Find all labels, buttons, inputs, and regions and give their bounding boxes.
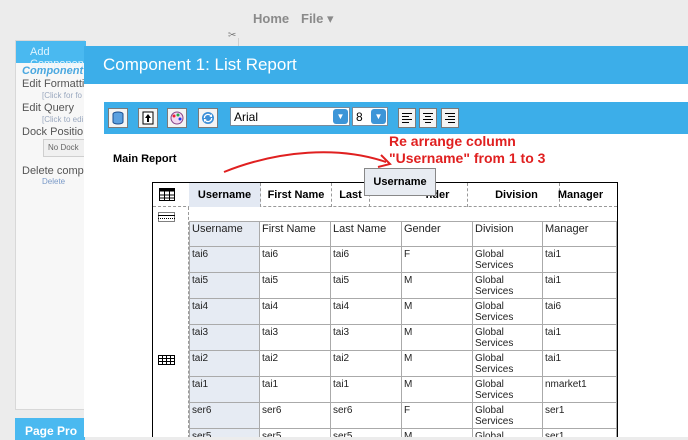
table-cell: tai2 (331, 351, 402, 377)
table-header-cell: Manager (543, 221, 617, 247)
delete-component-label: Delete comp (22, 165, 84, 177)
table-header-cell: Division (473, 221, 543, 247)
table-cell: tai2 (260, 351, 331, 377)
row-selector-column (153, 207, 189, 437)
table-cell: Global (473, 429, 543, 437)
table-header-cell: Last Name (331, 221, 402, 247)
table-cell: Global Services (473, 403, 543, 429)
table-cell: M (402, 351, 473, 377)
table-cell: tai6 (543, 299, 617, 325)
table-cell: M (402, 325, 473, 351)
table-cell: tai3 (331, 325, 402, 351)
table-cell: M (402, 273, 473, 299)
table-cell: F (402, 247, 473, 273)
table-cell: ser5 (189, 429, 260, 437)
table-cell: nmarket1 (543, 377, 617, 403)
column-header-6[interactable]: Manager (544, 183, 617, 207)
table-cell: M (402, 299, 473, 325)
table-cell: tai4 (189, 299, 260, 325)
delete-component-link[interactable]: Delete (42, 177, 65, 186)
component-properties-panel: Add Component Component Edit Formatti [C… (15, 40, 98, 410)
table-cell: tai1 (543, 351, 617, 377)
table-cell: M (402, 377, 473, 403)
pin-icon[interactable]: ✂ (228, 30, 236, 41)
table-header-cell: Gender (402, 221, 473, 247)
table-cell: tai1 (543, 247, 617, 273)
content-area-top (238, 38, 688, 46)
edit-formatting-link[interactable]: Edit Formatti (22, 78, 84, 90)
table-cell: tai6 (260, 247, 331, 273)
table-cell: Global Services (473, 273, 543, 299)
table-cell: F (402, 403, 473, 429)
table-cell: tai4 (260, 299, 331, 325)
table-cell: ser1 (543, 429, 617, 437)
table-cell: tai5 (260, 273, 331, 299)
table-cell: tai2 (189, 351, 260, 377)
home-menu[interactable]: Home (253, 11, 289, 26)
list-report-window: Component 1: List Report Arial ▼ 8 ▼ Mai… (84, 46, 688, 437)
table-cell: ser5 (331, 429, 402, 437)
table-icon[interactable] (159, 188, 175, 201)
table-cell: tai5 (331, 273, 402, 299)
table-cell: tai4 (331, 299, 402, 325)
detail-row-icon[interactable] (158, 355, 175, 365)
column-header-2[interactable]: First Name (261, 183, 332, 207)
table-cell: ser6 (331, 403, 402, 429)
table-cell: ser5 (260, 429, 331, 437)
table-cell: Global Services (473, 325, 543, 351)
table-cell: M (402, 429, 473, 437)
table-cell: tai1 (331, 377, 402, 403)
table-cell: Global Services (473, 377, 543, 403)
dock-position-label: Dock Positio (22, 126, 84, 138)
table-header-cell: Username (189, 221, 260, 247)
edit-query-link[interactable]: Edit Query (22, 102, 74, 114)
table-cell: tai1 (543, 273, 617, 299)
table-cell: tai3 (260, 325, 331, 351)
table-cell: ser1 (543, 403, 617, 429)
table-cell: tai6 (331, 247, 402, 273)
column-header-1[interactable]: Username (189, 183, 261, 207)
table-cell: tai5 (189, 273, 260, 299)
component-section-title: Component (22, 65, 84, 77)
file-menu[interactable]: File ▾ (301, 11, 334, 27)
table-cell: ser6 (260, 403, 331, 429)
table-cell: tai1 (260, 377, 331, 403)
table-cell: Global Services (473, 247, 543, 273)
table-cell: Global Services (473, 351, 543, 377)
report-grid: Username First Name Last nder Division Manage… (152, 182, 618, 437)
table-cell: tai1 (189, 377, 260, 403)
edit-query-hint: [Click to edi (42, 115, 84, 124)
table-cell: Global Services (473, 299, 543, 325)
table-cell: tai6 (189, 247, 260, 273)
edit-formatting-hint: [Click for fo (42, 91, 83, 100)
header-row-icon[interactable] (158, 212, 175, 222)
dragged-column-header[interactable]: Username (364, 168, 436, 196)
table-cell: tai3 (189, 325, 260, 351)
add-component-header[interactable]: Add Component (16, 41, 87, 70)
top-nav: Home File ▾ (0, 0, 688, 38)
table-cell: ser6 (189, 403, 260, 429)
table-cell: tai1 (543, 325, 617, 351)
table-header-cell: First Name (260, 221, 331, 247)
